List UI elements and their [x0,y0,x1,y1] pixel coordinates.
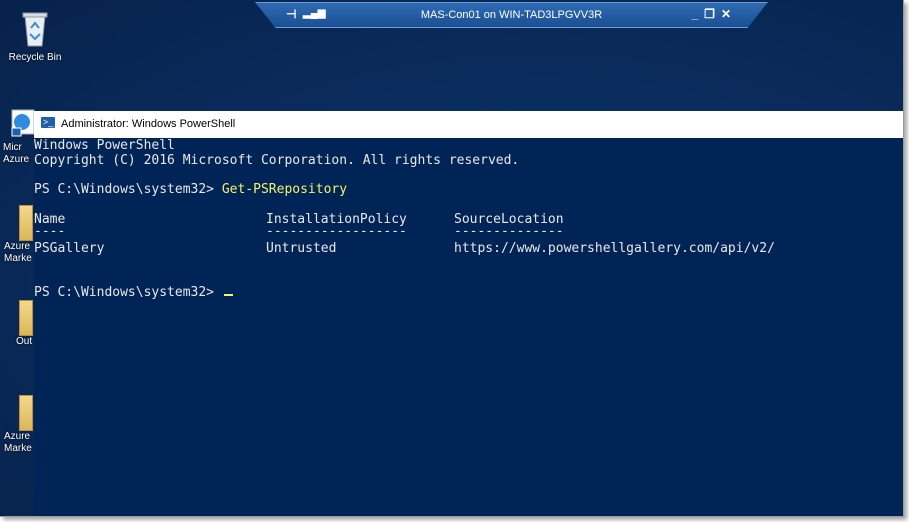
recycle-bin-icon [22,12,48,47]
table-separator: ---- [34,224,66,239]
console-output[interactable]: Windows PowerShell Copyright (C) 2016 Mi… [34,138,903,516]
prompt-line-1: PS C:\Windows\system32> Get-PSRepository [34,182,347,197]
table-separator: -------------- [454,224,564,239]
close-button[interactable]: ✕ [721,7,737,21]
prompt-text: PS C:\Windows\system32> [34,285,222,300]
rdp-connection-bar[interactable]: ⊣ ▂▄▆ MAS-Con01 on WIN-TAD3LPGVV3R _❐✕ [255,2,768,28]
command-text: Get-PSRepository [221,182,348,197]
banner-line-2: Copyright (C) 2016 Microsoft Corporation… [34,153,520,168]
folder-icon [19,300,33,336]
desktop-icon-label: Recycle Bin [8,52,62,63]
banner-line-1: Windows PowerShell [34,138,175,153]
browser-icon [11,109,35,137]
powershell-window[interactable]: >_ Administrator: Windows PowerShell Win… [34,111,903,516]
table-cell-name: PSGallery [34,241,105,256]
text-cursor [223,294,233,296]
desktop-icon-recycle-bin[interactable]: Recycle Bin [0,10,70,64]
folder-icon [19,205,33,241]
prompt-line-2[interactable]: PS C:\Windows\system32> [34,285,233,300]
folder-icon [19,395,33,431]
table-cell-installation-policy: Untrusted [266,241,337,256]
table-separator: ------------------ [266,224,407,239]
prompt-text: PS C:\Windows\system32> [34,182,222,197]
window-title: Administrator: Windows PowerShell [61,118,236,130]
desktop-icon-label: Micr Azure [3,142,30,165]
powershell-icon: >_ [41,117,55,128]
restore-button[interactable]: ❐ [704,7,721,21]
minimize-button[interactable]: _ [691,7,704,21]
powershell-titlebar[interactable]: >_ Administrator: Windows PowerShell [34,111,903,138]
remote-desktop-frame: Recycle Bin Micr Azure Azure Marke Out A… [0,0,904,517]
table-cell-source-location: https://www.powershellgallery.com/api/v2… [454,241,775,256]
rdp-window-controls: _❐✕ [691,7,737,21]
